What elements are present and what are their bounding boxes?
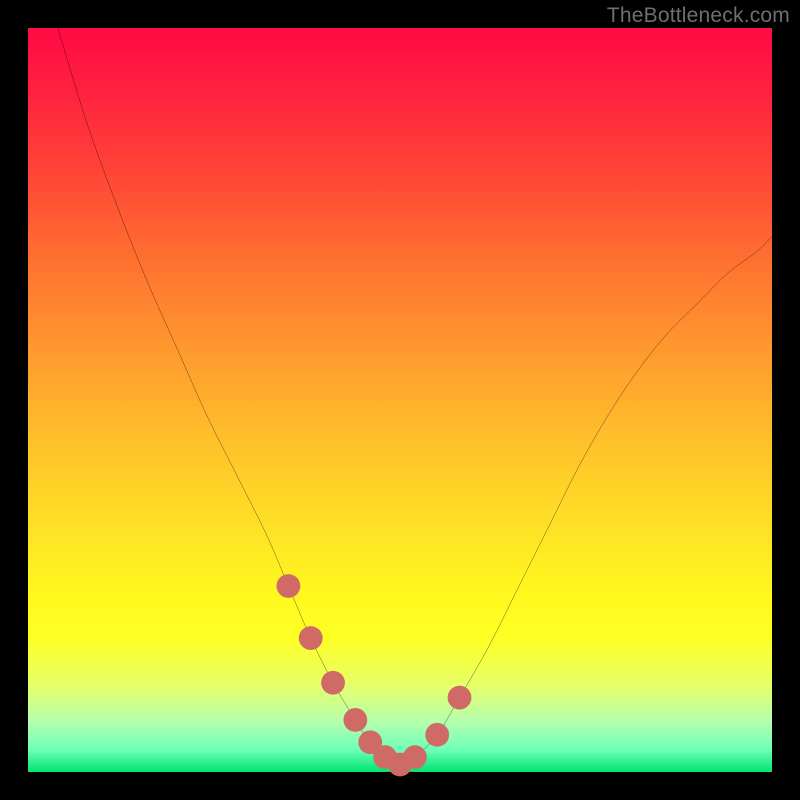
marker-dot: [276, 574, 300, 598]
marker-dot: [299, 626, 323, 650]
plot-area: [28, 28, 772, 772]
curve-layer: [58, 28, 772, 765]
bottleneck-curve: [58, 28, 772, 765]
marker-dot: [403, 745, 427, 769]
marker-dot: [425, 723, 449, 747]
marker-dot: [321, 671, 345, 695]
chart-svg: [28, 28, 772, 772]
marker-dot: [343, 708, 367, 732]
watermark-text: TheBottleneck.com: [607, 4, 790, 28]
marker-layer: [276, 574, 471, 776]
marker-dot: [448, 686, 472, 710]
chart-frame: TheBottleneck.com: [0, 0, 800, 800]
